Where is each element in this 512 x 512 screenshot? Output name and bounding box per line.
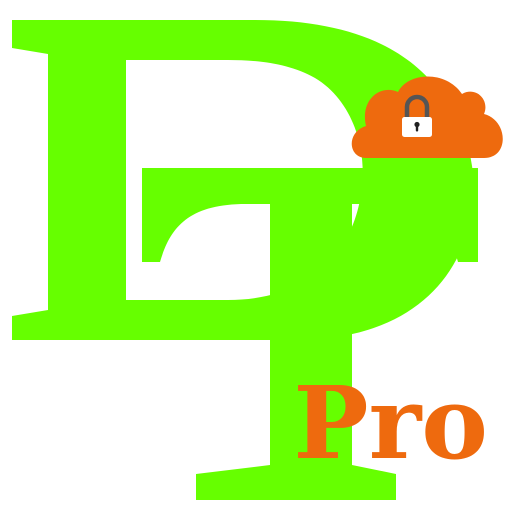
logo-artwork: Pro <box>12 20 503 500</box>
pro-label: Pro <box>293 364 488 482</box>
app-logo: Pro <box>0 0 512 512</box>
